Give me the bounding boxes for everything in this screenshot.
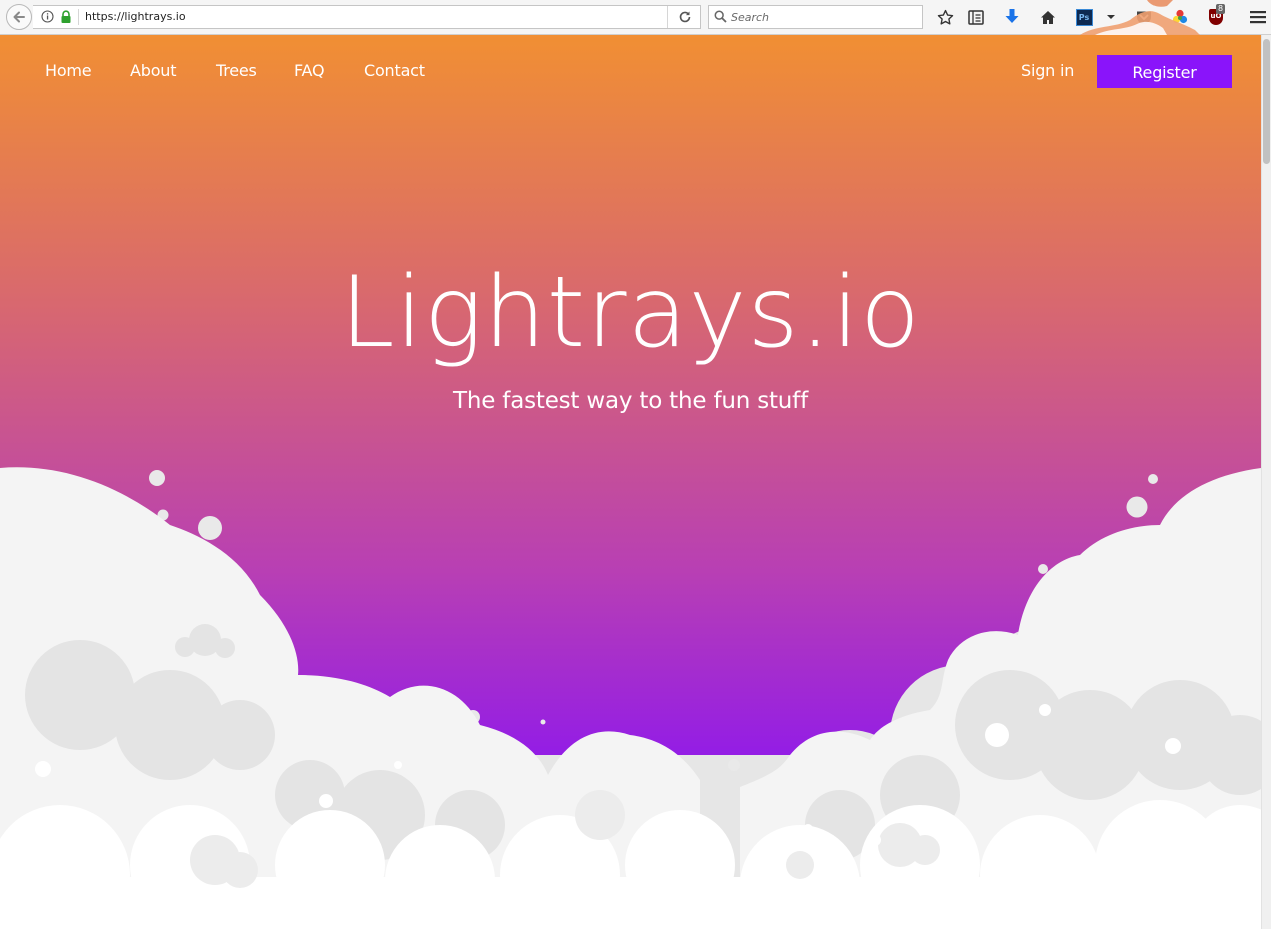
menu-button[interactable] — [1248, 7, 1268, 27]
ublock-addon[interactable]: uO 8 — [1206, 4, 1226, 27]
home-button[interactable] — [1038, 7, 1058, 27]
pocket-icon — [1137, 11, 1151, 24]
nav-link-trees[interactable]: Trees — [216, 61, 257, 81]
reload-icon[interactable] — [678, 10, 692, 24]
page-scrollbar[interactable] — [1261, 35, 1271, 929]
menu-icon — [1250, 11, 1266, 24]
info-icon[interactable] — [41, 10, 54, 23]
hero-title: Lightrays.io — [340, 256, 921, 370]
reading-list-button[interactable] — [966, 7, 986, 27]
reload-separator — [667, 6, 668, 28]
reading-list-icon — [968, 9, 984, 25]
download-icon — [1005, 9, 1019, 23]
nav-link-about[interactable]: About — [130, 61, 177, 81]
page-viewport: Home About Trees FAQ Contact Sign in Reg… — [0, 35, 1261, 929]
star-icon — [937, 9, 953, 25]
scrollbar-thumb[interactable] — [1263, 39, 1270, 164]
search-box[interactable] — [708, 5, 923, 29]
colors-addon[interactable] — [1170, 7, 1190, 27]
photoshop-addon[interactable]: Ps — [1074, 7, 1094, 27]
nav-link-home[interactable]: Home — [45, 61, 92, 81]
home-icon — [1041, 10, 1055, 24]
browser-toolbar: https://lightrays.io Ps — [0, 0, 1271, 35]
chevron-down-icon — [1107, 15, 1115, 19]
back-button[interactable] — [6, 4, 32, 30]
lock-icon[interactable] — [60, 10, 72, 24]
search-icon — [714, 10, 727, 23]
url-separator — [78, 9, 79, 25]
cloud-illustration — [0, 467, 1261, 929]
colors-icon — [1172, 9, 1188, 24]
hero-subtitle: The fastest way to the fun stuff — [453, 388, 808, 414]
ublock-badge: 8 — [1216, 4, 1226, 14]
nav-link-contact[interactable]: Contact — [364, 61, 425, 81]
register-button[interactable]: Register — [1097, 55, 1232, 88]
nav-link-faq[interactable]: FAQ — [294, 61, 325, 81]
back-arrow-icon — [13, 11, 25, 23]
url-bar[interactable]: https://lightrays.io — [33, 5, 701, 29]
addon-dropdown[interactable] — [1101, 7, 1121, 27]
downloads-button[interactable] — [1002, 7, 1022, 27]
pocket-button[interactable] — [1134, 7, 1154, 27]
site-navigation: Home About Trees FAQ Contact Sign in Reg… — [0, 55, 1261, 89]
sign-in-link[interactable]: Sign in — [1021, 61, 1074, 81]
url-text[interactable]: https://lightrays.io — [85, 9, 186, 25]
search-input[interactable] — [731, 8, 916, 26]
bookmark-star-button[interactable] — [935, 7, 955, 27]
photoshop-icon: Ps — [1075, 8, 1093, 26]
